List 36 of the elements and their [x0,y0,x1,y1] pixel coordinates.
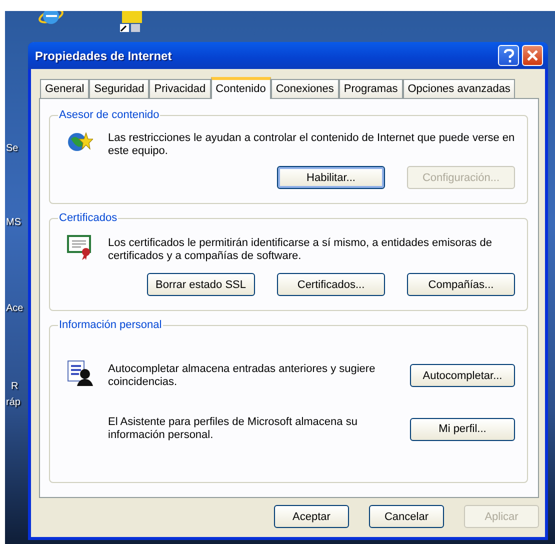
globe-star-icon [67,131,93,153]
desktop-icon-label[interactable]: ráp [6,397,20,408]
description-text: Las restricciones le ayudan a controlar el contenido de Internet que puede verse en este equipo. [108,132,515,158]
dialog-button[interactable]: Borrar estado SSL [146,273,255,296]
dialog-button[interactable]: Habilitar... [277,166,385,189]
tab[interactable]: General [40,79,90,98]
group-title: Información personal [58,319,163,331]
desktop-icon-label[interactable]: MS [6,217,21,228]
profile-card-icon [67,359,93,387]
description-text: Los certificados le permitirán identificarse a sí mismo, a entidades emisoras de certificados y a compañías de software. [108,236,493,262]
description-text: El Asistente para perfiles de Microsoft almacena su información personal. [108,416,358,442]
close-icon [527,50,538,61]
group-title: Asesor de contenido [58,109,160,121]
dialog-button[interactable]: Certificados... [277,273,385,296]
dialog-button[interactable]: Mi perfil... [410,418,515,440]
dialog-button[interactable]: Cancelar [369,505,444,528]
tab[interactable]: Programas [338,79,403,98]
help-icon [504,48,514,62]
description-text: Autocompletar almacena entradas anteriores y sugiere coincidencias. [108,362,376,388]
group-title: Certificados [58,212,118,224]
dialog-button[interactable]: Aceptar [274,505,349,528]
browser-e-icon [38,11,64,27]
tab[interactable]: Conexiones [270,79,339,98]
desktop-icon-label[interactable]: Se [6,143,18,154]
certificate-icon [67,234,93,260]
desktop-icon-label[interactable]: R [11,381,18,392]
close-button[interactable] [522,45,543,66]
tab[interactable]: Privacidad [149,79,211,98]
tab[interactable]: Contenido [210,77,271,99]
desktop-icon-label[interactable]: Ace [6,303,24,314]
tab[interactable]: Opciones avanzadas [402,79,516,98]
help-button[interactable] [498,45,519,66]
dialog-button[interactable]: Autocompletar... [410,364,515,387]
window-title: Propiedades de Internet [35,48,173,62]
tab[interactable]: Seguridad [89,79,150,98]
dialog-button[interactable]: Compañías... [407,273,515,296]
